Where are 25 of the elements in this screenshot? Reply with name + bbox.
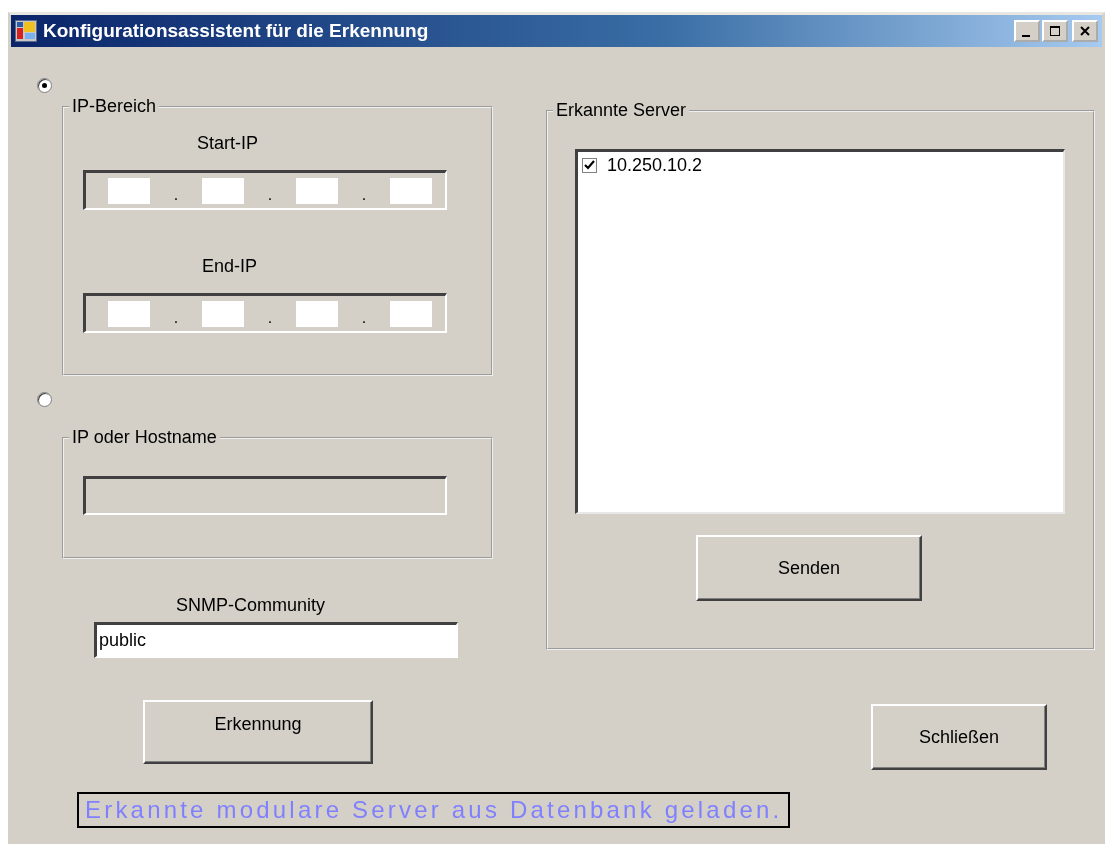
field-label: Start-IP xyxy=(197,133,258,154)
community-field[interactable]: public xyxy=(94,622,458,658)
field-label: SNMP-Community xyxy=(176,595,326,616)
close-button[interactable] xyxy=(1072,20,1098,42)
maximize-icon xyxy=(1049,25,1061,37)
send-button[interactable]: Senden xyxy=(696,535,922,601)
maximize-button[interactable] xyxy=(1042,20,1068,42)
minimize-icon xyxy=(1022,34,1030,37)
group-label: IP oder Hostname xyxy=(71,427,218,448)
close-dialog-button[interactable]: Schließen xyxy=(871,704,1047,770)
radio-button[interactable] xyxy=(37,78,52,93)
field-label: End-IP xyxy=(202,256,258,277)
detect-button[interactable]: Erkennung xyxy=(143,700,373,764)
checkbox[interactable] xyxy=(582,158,597,173)
group-label: Erkannte Server xyxy=(555,100,688,121)
radio-button[interactable] xyxy=(37,392,52,407)
app-icon xyxy=(15,20,37,42)
group-label: IP-Bereich xyxy=(71,96,158,117)
window-title: Konfigurationsassistent für die Erkennung xyxy=(43,20,430,42)
status-message: Erkannte modulare Server aus Datenbank geladen. xyxy=(77,792,791,828)
ip-address-field[interactable]: . . . xyxy=(83,170,447,210)
ip-address-field[interactable]: . . . xyxy=(83,293,447,333)
minimize-button[interactable] xyxy=(1014,20,1040,42)
server-item[interactable]: 10.250.10.2 xyxy=(607,155,703,176)
close-icon xyxy=(1079,25,1091,37)
